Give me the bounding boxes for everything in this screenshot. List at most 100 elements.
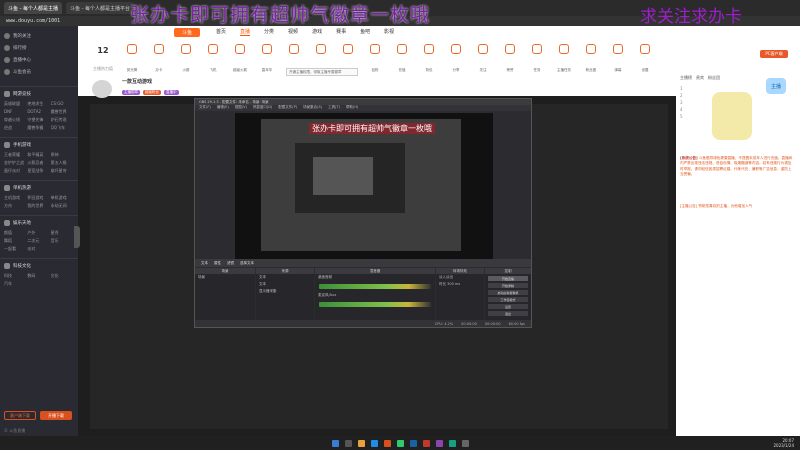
source-item[interactable]: 文本 (256, 281, 314, 288)
gift-item[interactable]: 任务 (525, 44, 549, 75)
sidebar-category-link[interactable]: CS:GO (51, 101, 74, 107)
sidebar-category-link[interactable]: 舞蹈 (4, 238, 27, 244)
sidebar-category-link[interactable]: 怀旧游戏 (27, 195, 50, 201)
obs-control-button[interactable]: 开始直播 (488, 276, 528, 281)
gift-item[interactable]: 嘉年华 (255, 44, 279, 75)
tab-fans[interactable]: 粉丝团 (708, 75, 720, 81)
sidebar-category-link[interactable]: 颜值 (4, 230, 27, 236)
obs-menu-item[interactable]: 视图(V) (235, 105, 247, 111)
sidebar-category-link[interactable]: 炉石传说 (51, 117, 74, 123)
sidebar-category-link[interactable]: 二次元 (27, 238, 50, 244)
obs-toolbar-button[interactable]: 选择文本 (240, 261, 254, 266)
sidebar-category-link[interactable]: 原神 (51, 152, 74, 158)
sidebar-category-link[interactable]: 魔兽世界 (51, 109, 74, 115)
scene-item[interactable]: 场景 (195, 274, 255, 281)
sidebar-category-link[interactable]: 英雄联盟 (4, 101, 27, 107)
sidebar-category-link[interactable]: 和平精英 (27, 152, 50, 158)
sidebar-category-link[interactable]: 守望先锋 (27, 117, 50, 123)
gift-item[interactable]: 充值 (390, 44, 414, 75)
pc-client-button[interactable]: PC客户端 (760, 50, 788, 58)
sidebar-category-link[interactable]: 王者荣耀 (4, 152, 27, 158)
sidebar-category-link[interactable]: 蛋仔派对 (4, 168, 27, 174)
sidebar-category-link[interactable]: 第五人格 (51, 160, 74, 166)
obs-toolbar-button[interactable]: 滤镜 (227, 261, 234, 266)
obs-menu-item[interactable]: 配置文件(P) (278, 105, 297, 111)
taskbar-app-icon[interactable] (370, 439, 378, 447)
sidebar-section-header[interactable]: 单机热游 (0, 183, 78, 193)
sidebar-category-link[interactable]: 皇室战争 (27, 168, 50, 174)
sidebar-category-link[interactable]: 逆战 (4, 125, 27, 131)
download-client-button[interactable]: 客户端下载 (4, 411, 36, 420)
sidebar-category-link[interactable]: DOTA2 (27, 109, 50, 115)
obs-menu-item[interactable]: 停靠窗口(D) (253, 105, 272, 111)
obs-window[interactable]: OBS 29.1.3 - 配置文件: 未命名 - 场景: 场景 文件(F) 编辑(… (194, 98, 532, 328)
nav-link[interactable]: 游戏 (312, 28, 322, 36)
gift-item[interactable]: 设置 (633, 44, 657, 75)
sidebar-category-link[interactable]: 崩坏星穹 (51, 168, 74, 174)
sidebar-category-link[interactable]: 科技 (4, 273, 27, 279)
gift-item[interactable]: 荣誉 (498, 44, 522, 75)
obs-toolbar-button[interactable]: 属性 (214, 261, 221, 266)
sidebar-category-link[interactable]: 永劫无间 (51, 203, 74, 209)
gift-item[interactable]: 弹幕 (606, 44, 630, 75)
sidebar-category-link[interactable]: 金铲铲之战 (4, 160, 27, 166)
obs-menu-item[interactable]: 帮助(H) (346, 105, 358, 111)
transition-select[interactable]: 淡入淡出 (436, 274, 484, 281)
taskbar-app-icon[interactable] (357, 439, 365, 447)
gift-item[interactable]: 主播任务 (552, 44, 576, 75)
taskbar-app-icon[interactable] (383, 439, 391, 447)
sidebar-category-link[interactable]: 穿越火线 (4, 117, 27, 123)
sidebar-category-link[interactable]: 我的世界 (27, 203, 50, 209)
gift-item[interactable]: 火箭 (174, 44, 198, 75)
obs-menu-item[interactable]: 编辑(E) (217, 105, 229, 111)
sidebar-category-link[interactable]: 一起看 (4, 246, 27, 252)
sidebar-section-header[interactable]: 手机游戏 (0, 140, 78, 150)
sidebar-item-rank[interactable]: 排行榜 (0, 42, 78, 54)
sidebar-category-link[interactable]: QQ飞车 (51, 125, 74, 131)
sidebar-category-link[interactable]: 汽车 (4, 281, 27, 287)
sidebar-category-link[interactable]: 户外 (27, 230, 50, 236)
transition-duration[interactable]: 时长 300 ms (436, 281, 484, 288)
sidebar-item-vip[interactable]: 斗鱼会员 (0, 66, 78, 78)
taskbar-app-icon[interactable] (331, 439, 339, 447)
obs-menu-item[interactable]: 工具(T) (328, 105, 340, 111)
sidebar-section-header[interactable]: 科技文化 (0, 261, 78, 271)
nav-link[interactable]: 分类 (264, 28, 274, 36)
obs-control-button[interactable]: 工作室模式 (488, 297, 528, 302)
sidebar-category-link[interactable]: 方舟 (4, 203, 27, 209)
obs-menu-item[interactable]: 文件(F) (199, 105, 211, 111)
sidebar-category-link[interactable]: 魔兽争霸 (27, 125, 50, 131)
taskbar-app-icon[interactable] (396, 439, 404, 447)
obs-control-button[interactable]: 设置 (488, 304, 528, 309)
source-item[interactable]: 显示器采集 (256, 288, 314, 295)
volume-meter[interactable] (319, 284, 431, 289)
gift-item[interactable]: 超级火箭 (228, 44, 252, 75)
gift-item[interactable]: 关注 (471, 44, 495, 75)
nav-link[interactable]: 直播 (240, 28, 251, 36)
sidebar-category-link[interactable]: 派对 (27, 246, 50, 252)
sidebar-category-link[interactable]: 数码 (27, 273, 50, 279)
tab-rank[interactable]: 主播榜 (680, 75, 692, 81)
nav-link[interactable]: 影视 (384, 28, 394, 36)
gift-item[interactable]: 粉丝团 (579, 44, 603, 75)
taskbar-app-icon[interactable] (409, 439, 417, 447)
nav-link[interactable]: 鱼吧 (360, 28, 370, 36)
taskbar-app-icon[interactable] (344, 439, 352, 447)
browser-tab[interactable]: 斗鱼 - 每个人都是主播平台 (65, 2, 134, 14)
sidebar-category-link[interactable]: 绝地求生 (27, 101, 50, 107)
anchor-notice-link[interactable]: [主播公告] 赞助您喜欢的主播，为他增加人气 (680, 204, 752, 209)
nav-link[interactable]: 视频 (288, 28, 298, 36)
taskbar-app-icon[interactable] (435, 439, 443, 447)
sidebar-category-link[interactable]: 文化 (51, 273, 74, 279)
sidebar-item-live-center[interactable]: 直播中心 (0, 54, 78, 66)
nav-link[interactable]: 赛事 (336, 28, 346, 36)
taskbar-app-icon[interactable] (448, 439, 456, 447)
sidebar-section-header[interactable]: 网游竞技 (0, 89, 78, 99)
start-broadcast-button[interactable]: 开播下载 (40, 411, 72, 420)
obs-control-button[interactable]: 退出 (488, 311, 528, 316)
taskbar-app-icon[interactable] (461, 439, 469, 447)
sidebar-category-link[interactable]: 音乐 (51, 238, 74, 244)
sidebar-item-follow[interactable]: 我的关注 (0, 30, 78, 42)
avatar[interactable] (92, 80, 112, 98)
volume-meter[interactable] (319, 302, 431, 307)
